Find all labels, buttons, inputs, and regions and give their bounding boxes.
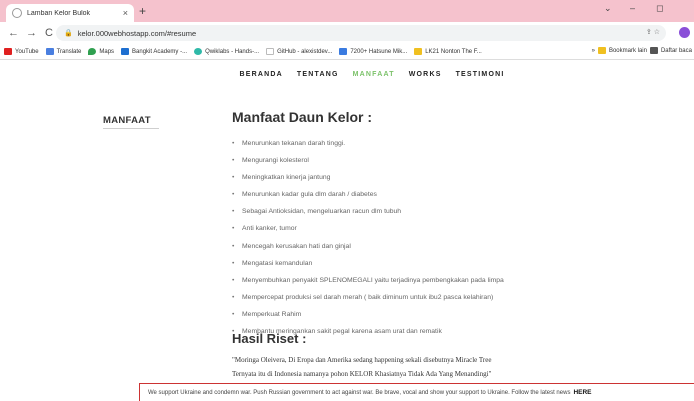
quote-line: "Moringa Oleivera, Di Eropa dan Amerika … [232, 356, 492, 364]
address-bar[interactable]: 🔒 kelor.000webhostapp.com/#resume ⇪ ☆ [56, 25, 666, 41]
bookmarks-overflow-icon[interactable]: » [592, 48, 595, 54]
nav-tentang[interactable]: TENTANG [297, 66, 339, 84]
url-text[interactable]: kelor.000webhostapp.com/#resume [78, 29, 196, 38]
site-nav: BERANDA TENTANG MANFAAT WORKS TESTIMONI [0, 66, 694, 84]
quote-line: Ternyata itu di Indonesia namanya pohon … [232, 370, 492, 378]
ukraine-notice-banner: We support Ukraine and condemn war. Push… [139, 383, 694, 401]
nav-beranda[interactable]: BERANDA [240, 66, 283, 84]
qwiklabs-icon [194, 48, 203, 55]
bookmark-item[interactable]: GitHub - alexistdev... [266, 48, 332, 55]
list-item: Menurunkan kadar gula dlm darah / diabet… [232, 189, 504, 206]
browser-toolbar: ← → C 🔒 kelor.000webhostapp.com/#resume … [0, 22, 694, 44]
lk21-icon [414, 48, 423, 55]
bookmarks-bar: YouTube Translate Maps Bangkit Academy -… [0, 44, 694, 60]
list-item: Anti kanker, tumor [232, 223, 504, 240]
list-item: Mempercepat produksi sel darah merah ( b… [232, 292, 504, 309]
nav-testimoni[interactable]: TESTIMONI [456, 66, 505, 84]
tab-close-icon[interactable]: × [123, 8, 128, 18]
bookmark-label: Translate [56, 48, 82, 55]
bookmark-item[interactable]: Bangkit Academy -... [121, 48, 187, 55]
reload-icon[interactable]: C [44, 27, 54, 39]
maps-pin-icon [88, 48, 97, 55]
forward-arrow-icon[interactable]: → [26, 27, 37, 39]
list-item: Menurunkan tekanan darah tinggi. [232, 138, 504, 155]
back-arrow-icon[interactable]: ← [8, 27, 19, 39]
list-item: Menyembuhkan penyakit SPLENOMEGALI yaitu… [232, 275, 504, 292]
tab-search-icon[interactable]: ⌄ [604, 3, 612, 14]
bangkit-icon [121, 48, 130, 55]
reading-list-icon [649, 47, 658, 54]
bookmark-label: LK21 Nonton The F... [425, 48, 482, 55]
notice-link[interactable]: HERE [573, 389, 591, 396]
other-bookmarks-link[interactable]: Bookmark lain [609, 48, 647, 54]
github-icon [266, 48, 275, 55]
section-underline [103, 128, 159, 129]
page-heading: Manfaat Daun Kelor : [232, 109, 373, 125]
list-item: Memperkuat Rahim [232, 309, 504, 326]
minimize-button[interactable]: – [630, 3, 635, 13]
bookmark-item[interactable]: 7200+ Hatsune Mik... [339, 48, 407, 55]
site-favicon-icon [12, 8, 22, 18]
research-quote: "Moringa Oleivera, Di Eropa dan Amerika … [232, 353, 491, 381]
tab-title: Lamban Kelor Bulok [27, 9, 91, 17]
list-item: Mengatasi kemandulan [232, 258, 504, 275]
benefits-list: Menurunkan tekanan darah tinggi. Mengura… [232, 138, 504, 343]
profile-avatar[interactable] [679, 27, 690, 38]
bookmarks-right: » Bookmark lain Daftar baca [592, 47, 692, 54]
folder-icon [597, 47, 606, 54]
maximize-button[interactable]: ◻ [656, 3, 663, 14]
nav-works[interactable]: WORKS [409, 66, 442, 84]
browser-tab-bar: Lamban Kelor Bulok × + ⌄ – ◻ [0, 0, 694, 22]
bookmark-label: YouTube [15, 48, 39, 55]
bookmark-label: 7200+ Hatsune Mik... [350, 48, 408, 55]
bookmark-item[interactable]: Qwiklabs - Hands-... [194, 48, 259, 55]
bookmark-item[interactable]: YouTube [4, 48, 39, 55]
bookmark-label: Maps [99, 48, 115, 55]
list-item: Mencegah kerusakan hati dan ginjal [232, 241, 504, 258]
youtube-icon [4, 48, 12, 55]
reading-list-link[interactable]: Daftar baca [661, 48, 692, 54]
bookmark-item[interactable]: LK21 Nonton The F... [414, 48, 482, 55]
lock-icon: 🔒 [64, 30, 73, 37]
list-item: Mengurangi kolesterol [232, 155, 504, 172]
section-label: MANFAAT [103, 115, 151, 126]
nav-manfaat[interactable]: MANFAAT [353, 66, 395, 84]
bookmark-label: GitHub - alexistdev... [277, 48, 333, 55]
notice-text: We support Ukraine and condemn war. Push… [148, 389, 571, 396]
bookmark-label: Qwiklabs - Hands-... [205, 48, 260, 55]
hatsune-icon [339, 48, 348, 55]
research-heading: Hasil Riset : [232, 331, 307, 346]
browser-tab[interactable]: Lamban Kelor Bulok × [6, 4, 134, 22]
bookmark-item[interactable]: Translate [45, 48, 82, 55]
list-item: Meningkatkan kinerja jantung [232, 172, 504, 189]
translate-icon [45, 48, 54, 55]
bookmark-label: Bangkit Academy -... [132, 48, 188, 55]
new-tab-button[interactable]: + [139, 4, 146, 18]
list-item: Sebagai Antioksidan, mengeluarkan racun … [232, 206, 504, 223]
share-and-star-icons[interactable]: ⇪ ☆ [646, 28, 660, 36]
bookmark-item[interactable]: Maps [88, 48, 114, 55]
